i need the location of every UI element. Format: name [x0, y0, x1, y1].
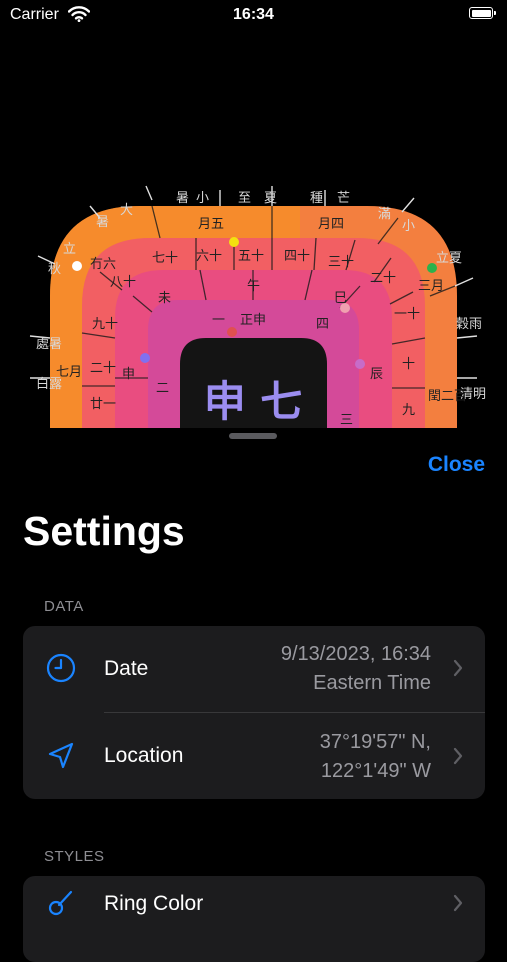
status-bar: Carrier 16:34 [0, 0, 507, 32]
dial-ring-label: 七月 [56, 365, 82, 380]
calendar-dial-preview: 白露 處暑 秋 立 暑 大 暑 小 至 夏 種 芒 滿 小 立夏 穀雨 清明 七… [0, 178, 507, 428]
close-button[interactable]: Close [428, 453, 485, 477]
dial-outer-label: 秋 [48, 262, 61, 277]
page-title: Settings [23, 508, 185, 554]
date-row[interactable]: Date 9/13/2023, 16:34 Eastern Time [23, 626, 485, 712]
dial-ring-label: 三十 [328, 255, 354, 270]
dial-outer-label: 處暑 [36, 337, 62, 352]
dial-ring-label: 六十 [196, 249, 222, 264]
dial-ring-label: 四 [316, 317, 329, 332]
battery-icon [469, 7, 496, 19]
paintbrush-icon [45, 888, 77, 920]
dial-ring-label: 月五 [198, 217, 224, 232]
dial-ring-label: 申 [122, 367, 135, 382]
dial-ring-label: 一 [212, 313, 225, 328]
dial-ring-label: 巳 [334, 291, 347, 306]
location-row[interactable]: Location 37°19'57" N, 122°1'49" W [23, 712, 485, 798]
dial-ring-label: 二 [156, 381, 169, 396]
dial-outer-label: 立夏 [436, 251, 462, 266]
dial-ring-label: 廿一 [90, 397, 116, 412]
ring-color-row[interactable]: Ring Color [23, 876, 485, 962]
date-value-line2: Eastern Time [313, 672, 431, 694]
dial-outer-label: 暑 [96, 215, 109, 230]
date-label: Date [104, 657, 149, 680]
dial-outer-label: 滿 [378, 206, 391, 222]
styles-settings-group: Ring Color [23, 876, 485, 962]
calendar-dial: 白露 處暑 秋 立 暑 大 暑 小 至 夏 種 芒 滿 小 立夏 穀雨 清明 七… [29, 185, 486, 428]
dial-outer-label: 穀雨 [456, 317, 482, 332]
location-value-line1: 37°19'57" N, [319, 731, 431, 753]
date-value-line1: 9/13/2023, 16:34 [280, 643, 431, 665]
sheet-grabber[interactable] [229, 433, 277, 439]
dial-ring-label: 二十 [370, 271, 396, 286]
dial-ring-label: 正申 [240, 313, 266, 328]
dial-outer-label: 種 [310, 190, 323, 206]
dial-outer-label: 小 [402, 219, 415, 234]
dial-ring-label: 九 [402, 403, 415, 418]
data-settings-group: Date 9/13/2023, 16:34 Eastern Time Locat… [23, 626, 485, 799]
date-value: 9/13/2023, 16:34 Eastern Time [281, 640, 431, 698]
dial-outer-label: 暑 [176, 191, 189, 206]
dial-center-text: 申 七 [204, 377, 303, 426]
location-value: 37°19'57" N, 122°1'49" W [320, 728, 431, 786]
dial-outer-label: 至 [238, 191, 251, 206]
dial-ring-label: 午 [247, 279, 260, 294]
chevron-right-icon [453, 747, 463, 770]
section-header-styles: STYLES [44, 848, 105, 865]
ring-color-label: Ring Color [104, 892, 204, 915]
dial-ring-label: 十 [402, 357, 415, 372]
dial-ring-label: 三 [340, 413, 353, 428]
dial-ring-label: 月四 [318, 217, 344, 232]
dial-ring-label: 冇六 [90, 257, 116, 272]
location-value-line2: 122°1'49" W [320, 760, 431, 782]
section-header-data: DATA [44, 598, 84, 615]
dial-ring-label: 未 [158, 291, 171, 306]
location-label: Location [104, 744, 184, 767]
dial-ring-label: 二十 [90, 361, 116, 376]
dial-outer-label: 立 [63, 242, 76, 257]
dial-ring-label: 七十 [152, 251, 178, 266]
dial-ring-label: 一十 [394, 307, 420, 322]
chevron-right-icon [453, 659, 463, 682]
dial-ring-label: 八十 [110, 275, 136, 290]
dial-ring-label: 辰 [370, 367, 383, 382]
dial-ring-label: 五十 [238, 249, 264, 264]
dial-ring-label: 四十 [284, 249, 310, 264]
dial-outer-label: 夏 [264, 191, 277, 206]
dial-outer-label: 大 [120, 203, 133, 218]
location-arrow-icon [45, 740, 77, 772]
dial-ring-label: 九十 [92, 317, 118, 332]
clock-icon [45, 652, 77, 684]
dial-outer-label: 小 [196, 191, 209, 206]
chevron-right-icon [453, 894, 463, 917]
status-time: 16:34 [233, 6, 274, 23]
dial-ring-label: 三月 [418, 279, 444, 294]
dial-outer-label: 芒 [337, 190, 350, 206]
dial-ring-label: 閏二百 [428, 389, 467, 404]
